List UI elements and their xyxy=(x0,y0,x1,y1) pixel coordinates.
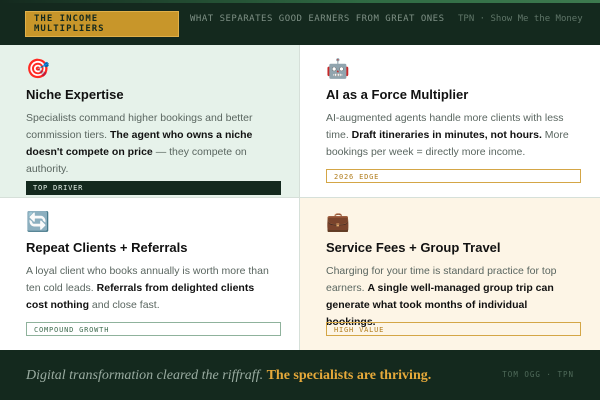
repeat-icon: 🔄 xyxy=(26,212,50,233)
briefcase-icon: 💼 xyxy=(326,212,350,233)
footer-highlight: The specialists are thriving. xyxy=(266,368,432,383)
footer-quote: Digital transformation cleared the riffr… xyxy=(26,368,432,383)
card-label: HIGH VALUE xyxy=(326,322,581,336)
header-headline: WHAT SEPARATES GOOD EARNERS FROM GREAT O… xyxy=(190,14,445,24)
card-label: 2026 EDGE xyxy=(326,169,581,183)
target-icon: 🎯 xyxy=(26,59,50,80)
card-repeat-clients: 🔄 Repeat Clients + Referrals A loyal cli… xyxy=(0,198,299,350)
card-niche-expertise: 🎯 Niche Expertise Specialists command hi… xyxy=(0,45,299,197)
card-title: Niche Expertise xyxy=(26,87,124,102)
card-label: TOP DRIVER xyxy=(26,181,281,195)
header-accent-line xyxy=(0,0,600,3)
robot-icon: 🤖 xyxy=(326,59,350,80)
card-body: Specialists command higher bookings and … xyxy=(26,112,253,175)
grid-divider-horizontal xyxy=(0,197,600,198)
card-body: AI-augmented agents handle more clients … xyxy=(326,112,569,158)
header-source: TPN · Show Me the Money xyxy=(458,14,583,24)
card-title: Repeat Clients + Referrals xyxy=(26,240,188,255)
section-tag: THE INCOME MULTIPLIERS xyxy=(25,11,179,37)
card-title: AI as a Force Multiplier xyxy=(326,87,469,102)
card-body: Charging for your time is standard pract… xyxy=(326,265,557,328)
card-title: Service Fees + Group Travel xyxy=(326,240,501,255)
card-service-fees: 💼 Service Fees + Group Travel Charging f… xyxy=(300,198,600,350)
header-bar: THE INCOME MULTIPLIERS WHAT SEPARATES GO… xyxy=(0,0,600,45)
card-label: COMPOUND GROWTH xyxy=(26,322,281,336)
footer-bar: Digital transformation cleared the riffr… xyxy=(0,351,600,400)
card-ai-force-multiplier: 🤖 AI as a Force Multiplier AI-augmented … xyxy=(300,45,600,197)
card-body: A loyal client who books annually is wor… xyxy=(26,265,269,311)
footer-credit: TOM OGG · TPN xyxy=(502,370,574,379)
